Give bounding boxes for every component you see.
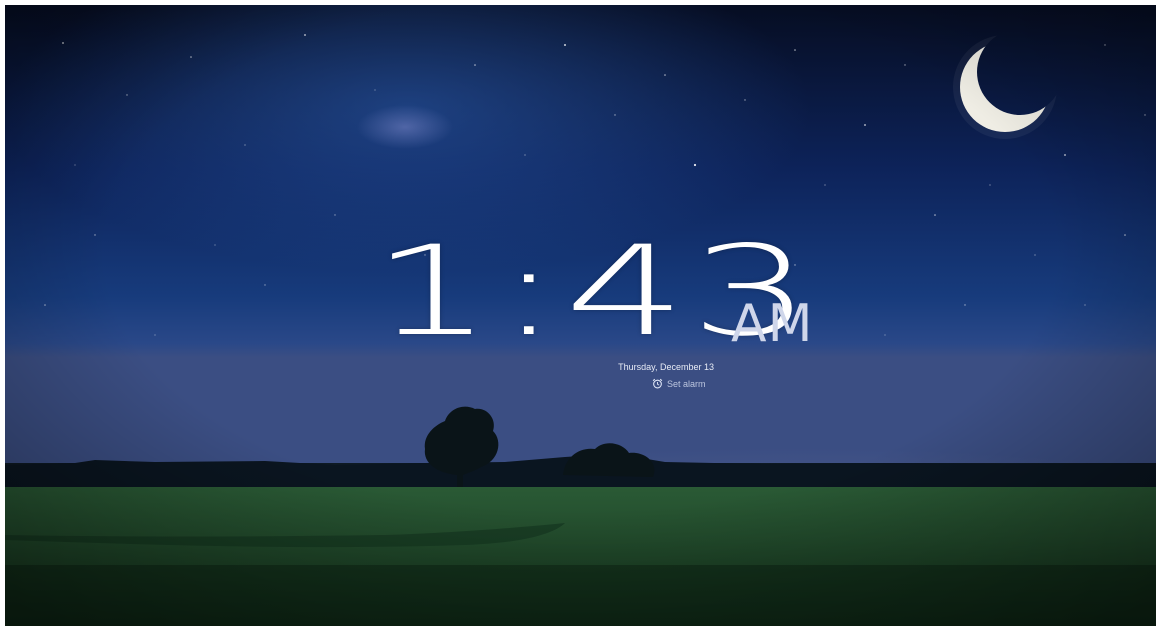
alarm-clock-icon	[652, 378, 663, 389]
daydream-clock-screen: 1:43 AM Thursday, December 13 Set alarm	[5, 5, 1156, 626]
set-alarm-label: Set alarm	[667, 378, 706, 389]
night-landscape-wallpaper	[5, 5, 1156, 626]
set-alarm-button[interactable]: Set alarm	[652, 378, 706, 389]
